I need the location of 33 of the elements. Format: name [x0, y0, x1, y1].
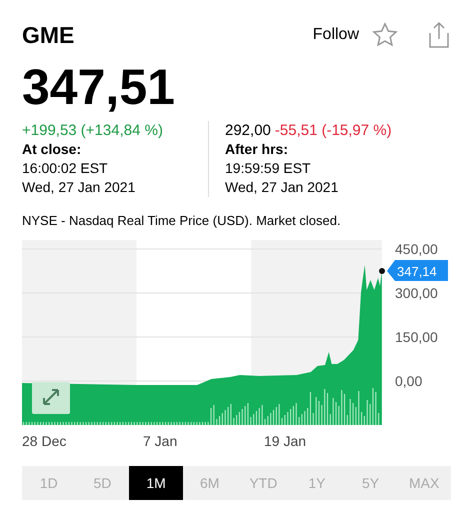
after-hours-time: 19:59:59 EST: [225, 158, 312, 178]
expand-icon[interactable]: [32, 382, 70, 414]
range-tab[interactable]: MAX: [397, 466, 451, 500]
after-hours-change: -55,51 (-15,97 %): [274, 120, 392, 140]
last-price-tag: 347,14: [387, 260, 448, 281]
share-icon[interactable]: [427, 21, 451, 50]
after-hours-label: After hrs:: [225, 140, 290, 158]
close-time: 16:00:02 EST: [22, 158, 109, 178]
range-tab[interactable]: 1Y: [290, 466, 344, 500]
range-tab[interactable]: 1D: [22, 466, 76, 500]
x-axis-label: 19 Jan: [264, 433, 306, 449]
x-axis-label: 7 Jan: [143, 433, 178, 449]
last-price-dot: [379, 268, 385, 274]
ticker-symbol: GME: [22, 21, 74, 50]
close-label: At close:: [22, 140, 82, 158]
y-axis-label: 300,00: [395, 285, 438, 301]
price: 347,51: [21, 58, 176, 114]
star-icon[interactable]: [371, 21, 399, 50]
follow-link[interactable]: Follow: [312, 23, 359, 48]
after-hours-price: 292,00: [225, 120, 271, 140]
after-hours-date: Wed, 27 Jan 2021: [225, 178, 340, 196]
close-date: Wed, 27 Jan 2021: [22, 178, 136, 196]
market-note: NYSE - Nasdaq Real Time Price (USD). Market closed.: [21, 212, 342, 230]
range-tab[interactable]: YTD: [236, 466, 290, 500]
range-tab[interactable]: 1M: [129, 466, 183, 500]
y-axis-label: 450,00: [395, 241, 438, 257]
y-axis-label: 0,00: [395, 373, 422, 389]
range-tab[interactable]: 5D: [76, 466, 130, 500]
change-text: +199,53 (+134,84 %): [22, 120, 164, 140]
range-tab[interactable]: 6M: [182, 466, 236, 500]
range-tab[interactable]: 5Y: [344, 466, 398, 500]
x-axis-label: 28 Dec: [22, 433, 66, 449]
y-axis-label: 150,00: [395, 329, 438, 345]
